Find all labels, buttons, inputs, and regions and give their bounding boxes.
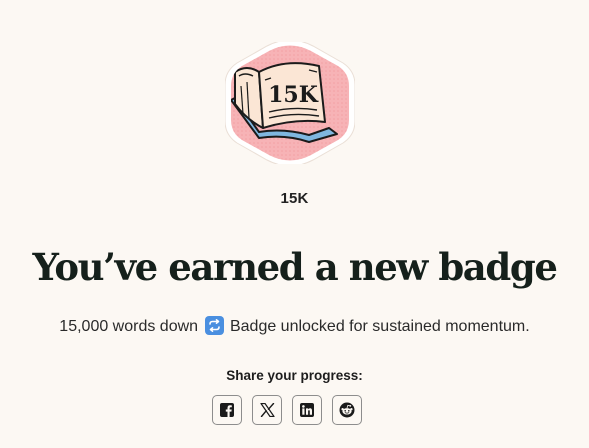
share-x-button[interactable] bbox=[252, 395, 282, 425]
badge-name: 15K bbox=[280, 190, 309, 207]
svg-text:15K: 15K bbox=[268, 82, 319, 108]
repeat-icon bbox=[204, 316, 224, 335]
share-label: Share your progress: bbox=[226, 368, 363, 383]
x-icon bbox=[259, 403, 275, 417]
share-facebook-button[interactable] bbox=[212, 395, 242, 425]
facebook-icon bbox=[220, 403, 234, 417]
page-title: You’ve earned a new badge bbox=[32, 245, 558, 289]
open-book-badge-icon: 15K bbox=[225, 42, 355, 164]
share-reddit-button[interactable] bbox=[332, 395, 362, 425]
badge-message: 15,000 words down Badge unlocked for sus… bbox=[0, 316, 589, 338]
badge-image: 15K bbox=[225, 42, 355, 164]
message-text-after: Badge unlocked for sustained momentum. bbox=[229, 318, 530, 335]
message-text-before: 15,000 words down bbox=[59, 318, 199, 335]
reddit-icon bbox=[339, 402, 355, 418]
badge-earned-page: 15K 15K You’ve earned a new badge 15,000… bbox=[0, 0, 589, 448]
linkedin-icon bbox=[300, 403, 314, 417]
share-buttons bbox=[212, 395, 362, 425]
share-linkedin-button[interactable] bbox=[292, 395, 322, 425]
